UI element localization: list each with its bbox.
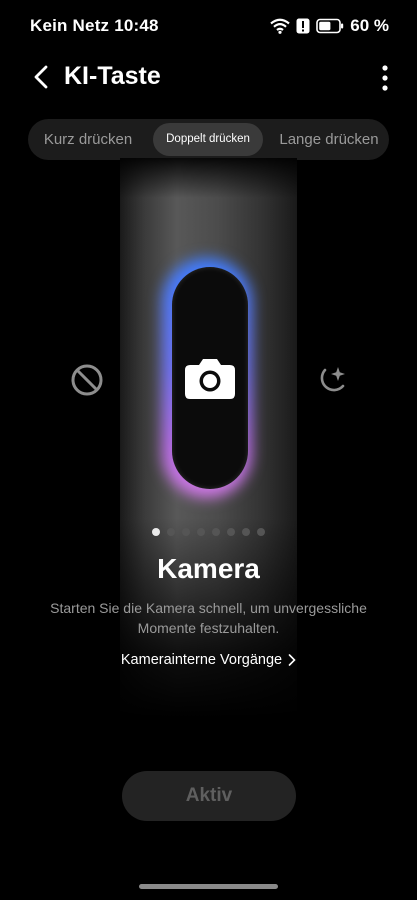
aktiv-button[interactable]: Aktiv [122,771,296,821]
page-dot[interactable] [182,528,190,536]
ai-sparkle-icon[interactable] [313,362,349,398]
camera-icon [185,359,235,399]
chevron-left-icon [34,65,48,89]
tab-doppelt-druecken[interactable]: Doppelt drücken [153,123,263,156]
status-bar: Kein Netz 10:48 60 % [0,0,417,52]
more-menu-button[interactable] [377,63,393,93]
header: KI-Taste [0,55,417,99]
page-title: KI-Taste [64,62,161,90]
feature-title: Kamera [157,553,260,584]
press-type-tabs: Kurz drücken Doppelt drücken Lange drück… [28,119,389,160]
tab-lange-druecken[interactable]: Lange drücken [276,119,382,160]
chevron-right-icon [288,654,296,666]
page-dot[interactable] [212,528,220,536]
carousel-page-indicator [0,528,417,536]
status-left: Kein Netz 10:48 [30,16,159,36]
tab-kurz-druecken[interactable]: Kurz drücken [34,119,142,160]
back-button[interactable] [26,61,58,93]
status-right: 60 % [270,16,389,36]
alert-icon [296,18,310,34]
page-dot[interactable] [227,528,235,536]
page-dot-active[interactable] [152,528,160,536]
wifi-icon [270,18,290,34]
block-icon[interactable] [69,362,105,398]
battery-percent: 60 % [350,16,389,35]
battery-icon [316,18,344,34]
page-dot[interactable] [167,528,175,536]
camera-operations-link[interactable]: Kamerainterne Vorgänge [0,652,417,668]
more-vertical-icon [382,65,388,91]
carrier-label: Kein Netz [30,16,110,35]
page-dot[interactable] [242,528,250,536]
feature-description: Starten Sie die Kamera schnell, um unver… [50,600,367,636]
page-dot[interactable] [257,528,265,536]
clock: 10:48 [114,16,159,35]
page-dot[interactable] [197,528,205,536]
home-indicator[interactable] [139,884,278,889]
camera-operations-label: Kamerainterne Vorgänge [120,652,283,668]
